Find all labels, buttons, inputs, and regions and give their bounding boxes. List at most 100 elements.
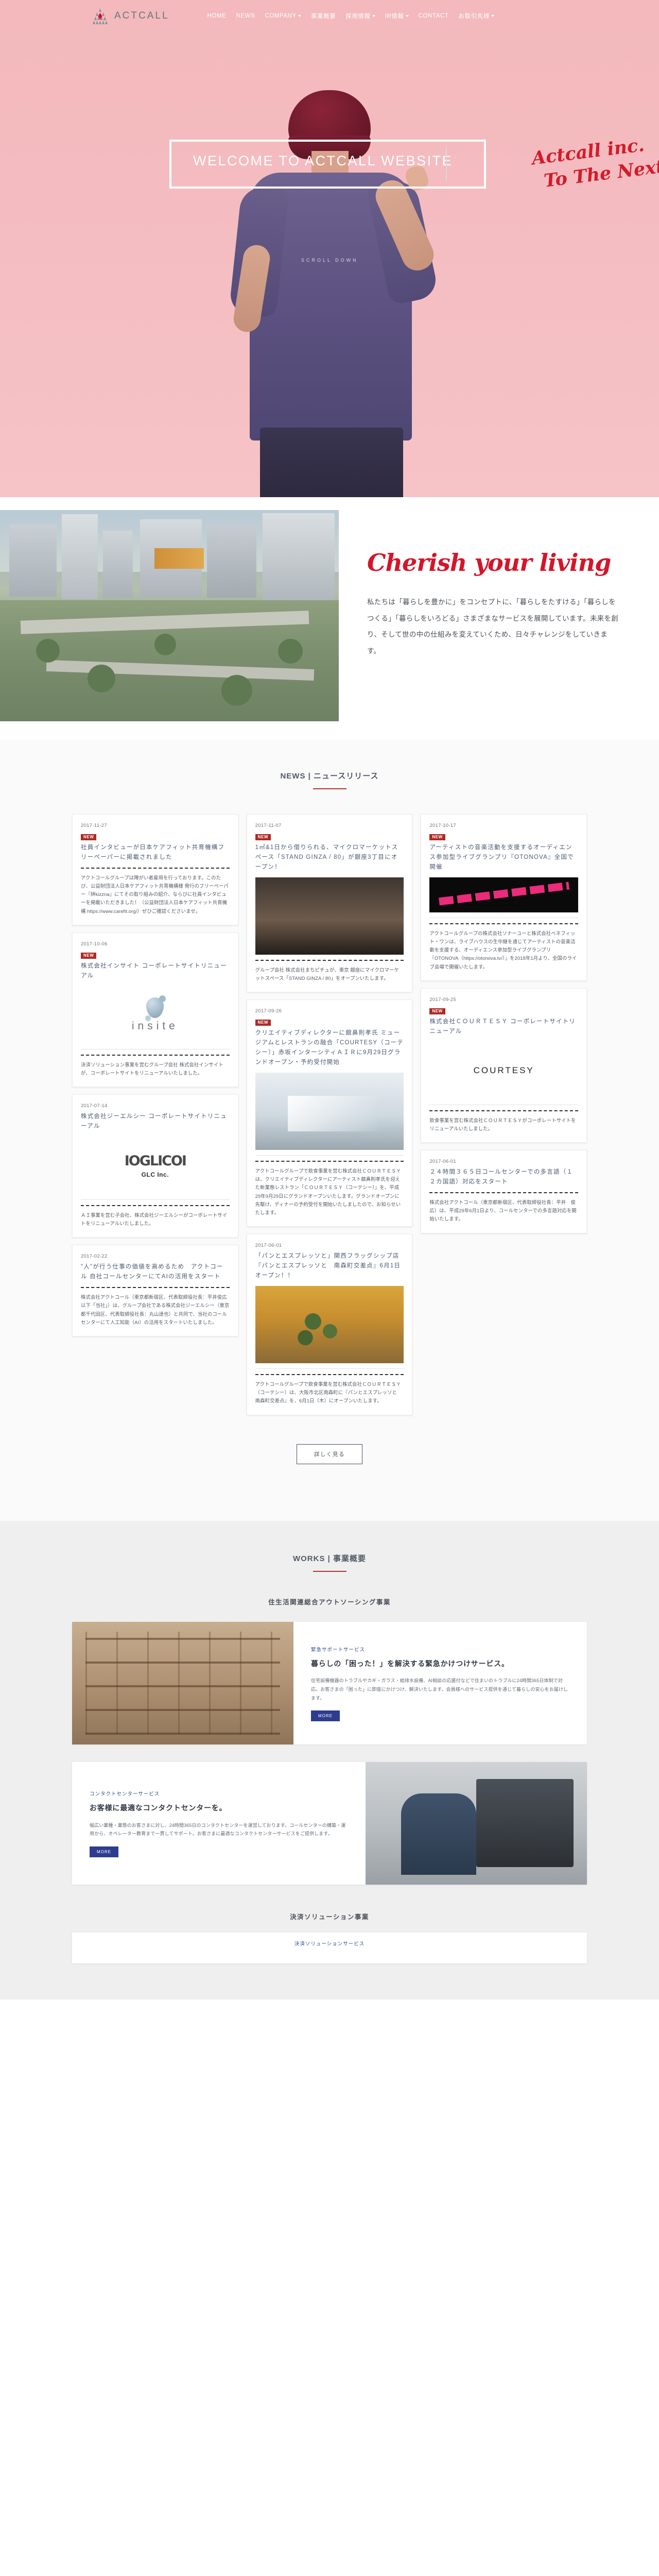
nav-item-contact[interactable]: CONTACT	[419, 13, 449, 19]
cherish-body: 私たちは「暮らしを豊かに」をコンセプトに、「暮らしをたすける」「暮らしをつくる」…	[367, 598, 619, 655]
work-kicker: コンタクトセンターサービス	[90, 1791, 160, 1798]
works-title-wrap: WORKS | 事業概要	[0, 1553, 659, 1572]
nav-item-partners-label: お取引先様	[458, 13, 490, 20]
news-card-title: 株式会社ＣＯＵＲＴＥＳＹ コーポレートサイトリニューアル	[429, 1018, 576, 1035]
work-title: お客様に最適なコンタクトセンターを。	[90, 1804, 227, 1812]
news-card-title: 1㎡&1日から借りられる、マイクロマーケットスペース「STAND GINZA /…	[255, 844, 398, 870]
news-card[interactable]: 2017-06-01 ２４時間３６５日コールセンターでの多言語（１２カ国語）対応…	[421, 1150, 587, 1233]
nav-item-business[interactable]: 事業概要	[311, 12, 336, 20]
courtesy-logo: COURTESY	[429, 1042, 578, 1099]
work-description: 幅広い業種・業態のお客さまに対し、24時間365日のコンタクトセンターを運営して…	[90, 1822, 346, 1837]
work-title: 暮らしの「困った！」を解決する緊急かけつけサービス。	[311, 1659, 509, 1668]
news-card[interactable]: 2017-02-22 "人"が行う仕事の価値を高めるため アクトコール 自社コー…	[72, 1245, 238, 1336]
news-card-date: 2017-09-26	[255, 1008, 282, 1014]
nav-item-company-label: COMPANY	[265, 13, 297, 19]
building	[62, 514, 98, 599]
work-more-button[interactable]: MORE	[311, 1710, 340, 1722]
payment-solution-row[interactable]: 決済ソリューションサービス	[72, 1932, 587, 1963]
work-kicker: 緊急サポートサービス	[311, 1647, 366, 1653]
news-card-date: 2017-06-01	[255, 1243, 282, 1249]
cherish-heading: Cherish your living	[367, 549, 611, 577]
divider	[81, 867, 230, 869]
nav-links: HOME NEWS COMPANY 事業概要 採用情報 IR情報 CONTACT	[207, 12, 494, 20]
news-card-title: 社員インタビューが日本ケアフィット共育機構フリーペーパーに掲載されました	[81, 844, 225, 860]
insite-wordmark: insite	[131, 1020, 179, 1032]
nav-item-ir[interactable]: IR情報	[385, 12, 409, 20]
glc-sub-label: GLC Inc.	[141, 1171, 169, 1178]
nav-item-recruit-label: 採用情報	[345, 13, 371, 20]
tree	[221, 675, 252, 706]
insite-mark-icon	[145, 995, 166, 1021]
divider	[429, 1192, 579, 1193]
building	[9, 524, 57, 597]
billboard	[154, 548, 204, 569]
brand-logo[interactable]: ACTCALL	[91, 7, 169, 25]
chevron-down-icon	[405, 15, 409, 17]
news-card-date: 2017-02-22	[81, 1253, 108, 1260]
city-plaza-photo	[0, 510, 339, 721]
cherish-section: Cherish your living 私たちは「暮らしを豊かに」をコンセプトに…	[0, 497, 659, 739]
section-rule	[313, 1570, 346, 1572]
news-more-button[interactable]: 詳しく見る	[297, 1444, 362, 1464]
nav-item-recruit[interactable]: 採用情報	[345, 12, 375, 20]
work-row[interactable]: 緊急サポートサービス 暮らしの「困った！」を解決する緊急かけつけサービス。 住宅…	[72, 1621, 587, 1744]
section-rule	[313, 788, 346, 789]
news-card[interactable]: 2017-09-26 NEW クリエイティブディレクターに舘鼻則孝氏 ミュージア…	[246, 999, 413, 1227]
news-card[interactable]: 2017-06-01 「パンとエスプレッソと」関西フラッグシップ店 『パンとエス…	[246, 1234, 413, 1415]
glc-logo: IOGLICOI GLC Inc.	[81, 1137, 230, 1194]
status-badge: NEW	[81, 952, 97, 959]
news-card-title: "人"が行う仕事の価値を高めるため アクトコール 自社コールセンターにてAIの活…	[81, 1264, 223, 1280]
scroll-hint: SCROLL DOWN	[301, 258, 358, 263]
hero-script-text: Actcall inc. To The Next	[530, 131, 659, 194]
nav-item-company[interactable]: COMPANY	[265, 13, 301, 19]
news-card-date: 2017-07-14	[81, 1103, 108, 1109]
news-card-image	[255, 1286, 404, 1364]
nav-item-home[interactable]: HOME	[207, 13, 227, 19]
news-card[interactable]: 2017-10-06 NEW 株式会社インサイト コーポレートサイトリニューアル…	[72, 932, 238, 1088]
news-card[interactable]: 2017-09-25 NEW 株式会社ＣＯＵＲＴＥＳＹ コーポレートサイトリニュ…	[421, 988, 587, 1143]
courtesy-wordmark: COURTESY	[473, 1065, 534, 1075]
news-card-image	[429, 877, 579, 912]
news-card-date: 2017-06-01	[429, 1159, 456, 1165]
news-more-wrap: 詳しく見る	[0, 1444, 659, 1464]
nav-item-partners[interactable]: お取引先様	[458, 12, 494, 20]
cherish-text-block: Cherish your living 私たちは「暮らしを豊かに」をコンセプトに…	[367, 549, 619, 659]
news-card-date: 2017-10-17	[429, 823, 456, 828]
tree	[154, 634, 176, 655]
nav-item-news[interactable]: NEWS	[236, 13, 255, 19]
divider	[81, 1199, 230, 1200]
news-card[interactable]: 2017-11-07 NEW 1㎡&1日から借りられる、マイクロマーケットスペー…	[246, 814, 413, 993]
tree	[88, 665, 115, 692]
hero-headline: WELCOME TO ACTCALL WEBSITE	[193, 153, 453, 168]
news-card-title: アーティストの音楽活動を支援するオーディエンス参加型ライブグランプリ『OTONO…	[429, 844, 574, 870]
insite-logo: insite	[81, 986, 230, 1044]
nav-item-home-label: HOME	[207, 13, 227, 19]
building	[207, 526, 256, 598]
actcall-triangle-logo-icon	[91, 7, 110, 25]
pants	[260, 428, 403, 497]
news-card[interactable]: 2017-10-17 NEW アーティストの音楽活動を支援するオーディエンス参加…	[421, 814, 587, 981]
news-card-title: クリエイティブディレクターに舘鼻則孝氏 ミュージアムとレストランの融合「COUR…	[255, 1030, 404, 1066]
works-subtitle-1: 住生活関連総合アウトソーシング事業	[268, 1598, 391, 1606]
payment-solution-label: 決済ソリューションサービス	[294, 1941, 365, 1947]
news-card-title: 株式会社インサイト コーポレートサイトリニューアル	[81, 962, 227, 979]
news-card-body: アクトコールグループで飲食事業を営む株式会社ＣＯＵＲＴＥＳＹ（コーテシー）は、大…	[255, 1381, 402, 1404]
news-section-title: NEWS | ニュースリリース	[280, 772, 379, 781]
news-card-date: 2017-11-27	[81, 823, 107, 828]
news-title-wrap: NEWS | ニュースリリース	[0, 770, 659, 789]
divider	[429, 1110, 579, 1111]
hero-section: WELCOME TO ACTCALL WEBSITE Actcall inc. …	[0, 0, 659, 497]
hero-typing-cursor	[446, 147, 447, 181]
work-more-button[interactable]: MORE	[90, 1846, 118, 1857]
building	[103, 531, 133, 598]
works-subtitle-2: 決済ソリューション事業	[290, 1913, 369, 1921]
divider	[429, 923, 579, 924]
news-card[interactable]: 2017-11-27 NEW 社員インタビューが日本ケアフィット共育機構フリーペ…	[72, 814, 238, 925]
work-row[interactable]: コンタクトセンターサービス お客様に最適なコンタクトセンターを。 幅広い業種・業…	[72, 1761, 587, 1885]
main-navigation: ACTCALL HOME NEWS COMPANY 事業概要 採用情報 IR情報	[0, 0, 659, 32]
nav-item-news-label: NEWS	[236, 13, 255, 19]
divider	[255, 1374, 404, 1376]
news-card-date: 2017-09-25	[429, 996, 456, 1003]
news-card-title: 「パンとエスプレッソと」関西フラッグシップ店 『パンとエスプレッソと 南森町交差…	[255, 1253, 406, 1279]
news-card[interactable]: 2017-07-14 株式会社ジーエルシー コーポレートサイトリニューアル IO…	[72, 1094, 238, 1238]
